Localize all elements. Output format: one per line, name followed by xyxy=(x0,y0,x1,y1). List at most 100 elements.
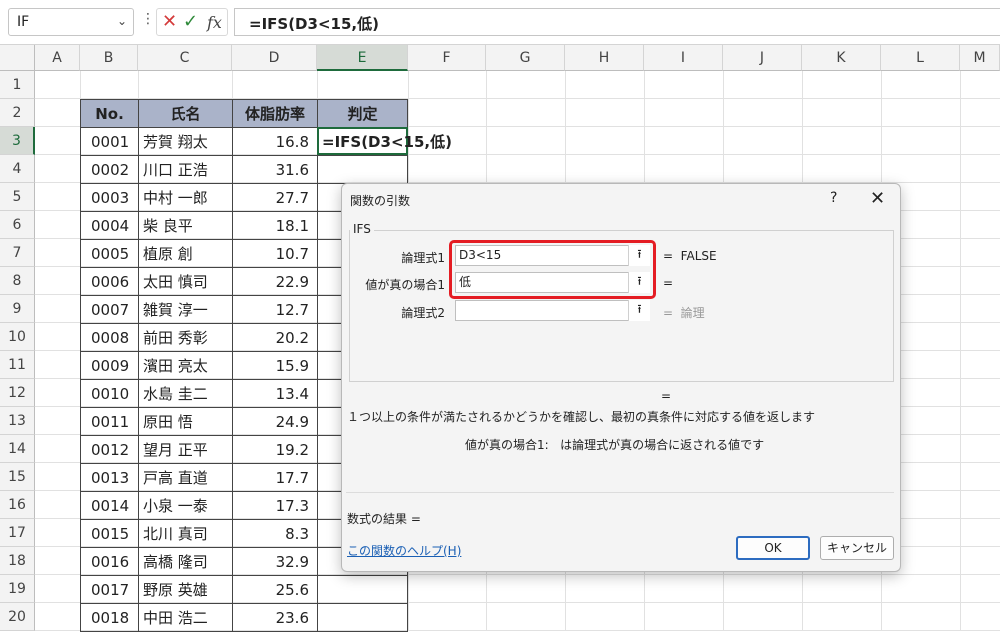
cell-no[interactable]: 0009 xyxy=(80,351,139,380)
cell-judgement[interactable] xyxy=(317,155,408,184)
row-header[interactable]: 11 xyxy=(0,351,35,379)
cell-no[interactable]: 0015 xyxy=(80,519,139,548)
cell-bodyfat[interactable]: 23.6 xyxy=(232,603,318,632)
close-icon[interactable]: ✕ xyxy=(162,11,177,32)
column-header[interactable]: D xyxy=(232,45,317,71)
cell-bodyfat[interactable]: 13.4 xyxy=(232,379,318,408)
cell-name[interactable]: 高橋 隆司 xyxy=(138,547,233,576)
cell-bodyfat[interactable]: 19.2 xyxy=(232,435,318,464)
cell-name[interactable]: 太田 慎司 xyxy=(138,267,233,296)
header-no[interactable]: No. xyxy=(80,99,139,128)
cell-name[interactable]: 川口 正浩 xyxy=(138,155,233,184)
cell-judgement[interactable] xyxy=(317,603,408,632)
insert-function-button[interactable]: fx xyxy=(207,13,222,32)
cell-name[interactable]: 戸高 直道 xyxy=(138,463,233,492)
cell-bodyfat[interactable]: 22.9 xyxy=(232,267,318,296)
cell-name[interactable]: 野原 英雄 xyxy=(138,575,233,604)
cell-no[interactable]: 0012 xyxy=(80,435,139,464)
cell-name[interactable]: 水島 圭二 xyxy=(138,379,233,408)
cell-bodyfat[interactable]: 10.7 xyxy=(232,239,318,268)
column-header[interactable]: G xyxy=(486,45,565,71)
row-header[interactable]: 14 xyxy=(0,435,35,463)
cell-no[interactable]: 0004 xyxy=(80,211,139,240)
cell-no[interactable]: 0017 xyxy=(80,575,139,604)
cell-no[interactable]: 0002 xyxy=(80,155,139,184)
row-header[interactable]: 18 xyxy=(0,547,35,575)
formula-input[interactable]: =IFS(D3<15,低) xyxy=(234,8,1000,36)
cell-name[interactable]: 中田 浩二 xyxy=(138,603,233,632)
vertical-dots-icon[interactable]: ⋮ xyxy=(141,11,155,27)
cell-name[interactable]: 柴 良平 xyxy=(138,211,233,240)
cell-no[interactable]: 0008 xyxy=(80,323,139,352)
cell-bodyfat[interactable]: 31.6 xyxy=(232,155,318,184)
row-header[interactable]: 8 xyxy=(0,267,35,295)
cell-no[interactable]: 0018 xyxy=(80,603,139,632)
name-box[interactable]: IF ⌄ xyxy=(8,8,134,36)
row-header[interactable]: 6 xyxy=(0,211,35,239)
cell-name[interactable]: 原田 悟 xyxy=(138,407,233,436)
row-header[interactable]: 3 xyxy=(0,127,35,155)
column-header[interactable]: C xyxy=(138,45,232,71)
cell-name[interactable]: 芳賀 翔太 xyxy=(138,127,233,156)
cell-name[interactable]: 中村 一郎 xyxy=(138,183,233,212)
cell-bodyfat[interactable]: 32.9 xyxy=(232,547,318,576)
column-header[interactable]: B xyxy=(80,45,138,71)
select-all-corner[interactable] xyxy=(0,45,35,71)
cell-bodyfat[interactable]: 18.1 xyxy=(232,211,318,240)
function-help-link[interactable]: この関数のヘルプ(H) xyxy=(347,542,461,559)
help-button[interactable]: ? xyxy=(830,190,837,206)
collapse-arrow-icon[interactable]: ⭱ xyxy=(628,300,650,321)
row-header[interactable]: 7 xyxy=(0,239,35,267)
row-header[interactable]: 15 xyxy=(0,463,35,491)
cell-bodyfat[interactable]: 27.7 xyxy=(232,183,318,212)
row-header[interactable]: 4 xyxy=(0,155,35,183)
ok-button[interactable]: OK xyxy=(736,536,810,560)
cell-no[interactable]: 0011 xyxy=(80,407,139,436)
cell-bodyfat[interactable]: 20.2 xyxy=(232,323,318,352)
cell-name[interactable]: 小泉 一泰 xyxy=(138,491,233,520)
cell-bodyfat[interactable]: 25.6 xyxy=(232,575,318,604)
cell-judgement[interactable] xyxy=(317,575,408,604)
column-header[interactable]: L xyxy=(881,45,960,71)
column-header[interactable]: M xyxy=(960,45,1000,71)
header-judgement[interactable]: 判定 xyxy=(317,99,408,128)
cell-name[interactable]: 植原 創 xyxy=(138,239,233,268)
cell-no[interactable]: 0014 xyxy=(80,491,139,520)
row-header[interactable]: 16 xyxy=(0,491,35,519)
cell-bodyfat[interactable]: 17.7 xyxy=(232,463,318,492)
column-header[interactable]: J xyxy=(723,45,802,71)
cell-bodyfat[interactable]: 12.7 xyxy=(232,295,318,324)
cell-name[interactable]: 雑賀 淳一 xyxy=(138,295,233,324)
row-header[interactable]: 2 xyxy=(0,99,35,127)
active-cell-e3[interactable]: =IFS(D3<15,低) xyxy=(317,127,452,155)
cell-no[interactable]: 0013 xyxy=(80,463,139,492)
column-header[interactable]: F xyxy=(408,45,486,71)
column-header[interactable]: H xyxy=(565,45,644,71)
cell-no[interactable]: 0005 xyxy=(80,239,139,268)
column-header[interactable]: I xyxy=(644,45,723,71)
cell-name[interactable]: 望月 正平 xyxy=(138,435,233,464)
row-header[interactable]: 19 xyxy=(0,575,35,603)
cell-bodyfat[interactable]: 15.9 xyxy=(232,351,318,380)
logical2-input[interactable] xyxy=(455,300,650,321)
cell-no[interactable]: 0010 xyxy=(80,379,139,408)
header-name[interactable]: 氏名 xyxy=(138,99,233,128)
cell-bodyfat[interactable]: 17.3 xyxy=(232,491,318,520)
cell-bodyfat[interactable]: 24.9 xyxy=(232,407,318,436)
cell-no[interactable]: 0001 xyxy=(80,127,139,156)
cell-bodyfat[interactable]: 16.8 xyxy=(232,127,318,156)
cell-no[interactable]: 0007 xyxy=(80,295,139,324)
column-header[interactable]: A xyxy=(35,45,80,71)
chevron-down-icon[interactable]: ⌄ xyxy=(117,14,127,28)
row-header[interactable]: 9 xyxy=(0,295,35,323)
cancel-button[interactable]: キャンセル xyxy=(820,536,894,560)
cell-name[interactable]: 北川 真司 xyxy=(138,519,233,548)
cell-no[interactable]: 0003 xyxy=(80,183,139,212)
row-header[interactable]: 20 xyxy=(0,603,35,631)
column-header[interactable]: K xyxy=(802,45,881,71)
header-bodyfat[interactable]: 体脂肪率 xyxy=(232,99,318,128)
cell-name[interactable]: 前田 秀彰 xyxy=(138,323,233,352)
row-header[interactable]: 17 xyxy=(0,519,35,547)
row-header[interactable]: 5 xyxy=(0,183,35,211)
row-header[interactable]: 12 xyxy=(0,379,35,407)
